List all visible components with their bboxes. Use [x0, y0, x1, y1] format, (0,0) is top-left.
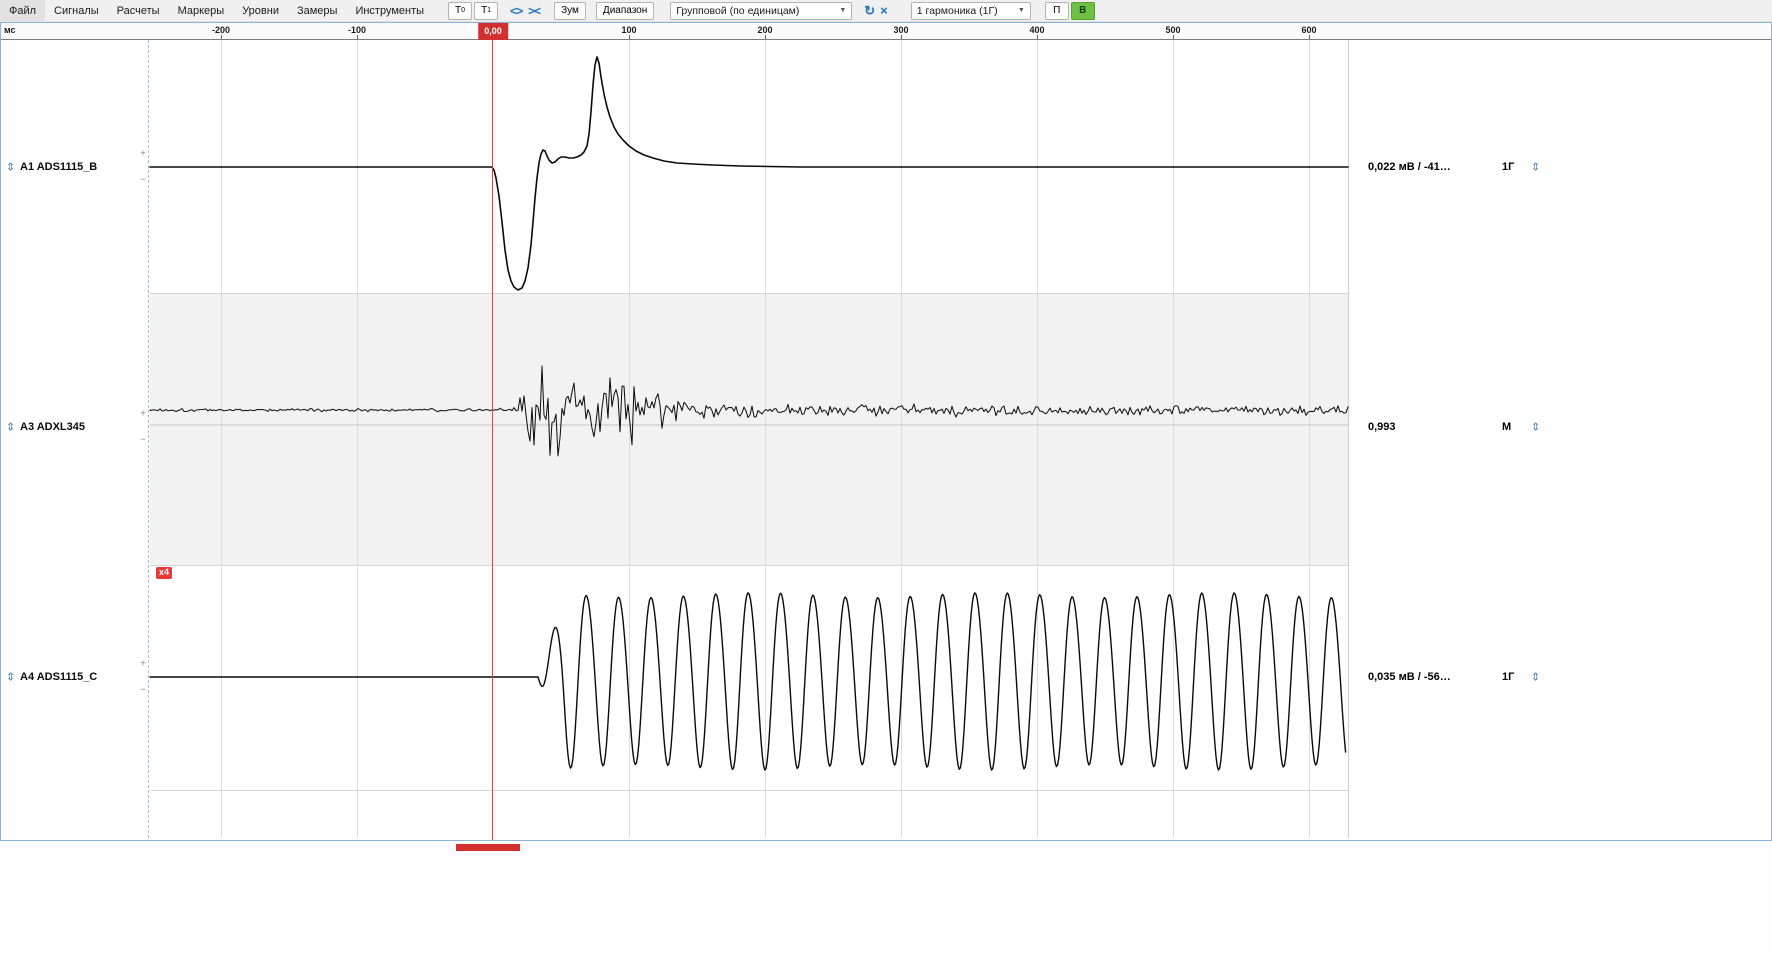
menu-item-3[interactable]: Маркеры	[169, 0, 234, 21]
grid-vline	[1037, 40, 1038, 838]
time-tick-label: -200	[212, 25, 230, 35]
time-tick-label: 400	[1029, 25, 1044, 35]
grid-vline	[765, 40, 766, 838]
t0-marker-button[interactable]: T0	[448, 2, 472, 20]
time-tick-mark	[1037, 35, 1038, 39]
time-tick-label: 100	[621, 25, 636, 35]
grid-vline	[357, 40, 358, 838]
expand-horizontal-icon[interactable]: <>	[507, 4, 525, 18]
menu-bar: ФайлСигналыРасчетыМаркерыУровниЗамерыИнс…	[0, 0, 433, 21]
channel-scale-handle-icon[interactable]: ⇕	[1531, 161, 1540, 174]
channel-value: 0,993	[1368, 421, 1396, 433]
ruler-unit-label: мс	[4, 25, 16, 35]
menu-item-6[interactable]: Инструменты	[346, 0, 433, 21]
harmonic-value: 1 гармоника (1Г)	[917, 5, 998, 17]
record-end-line	[1348, 40, 1349, 838]
time-tick-label: -100	[348, 25, 366, 35]
cursor-position-handle[interactable]	[456, 844, 520, 851]
scale-minus-icon[interactable]: −	[140, 435, 146, 446]
channel-unit: 1Г	[1502, 671, 1514, 683]
time-tick-label: 300	[893, 25, 908, 35]
menu-item-0[interactable]: Файл	[0, 0, 45, 21]
scale-plus-icon[interactable]: +	[140, 409, 146, 420]
collapse-horizontal-icon[interactable]: ><	[525, 4, 543, 18]
time-tick-mark	[1173, 35, 1174, 39]
channel-drag-handle-icon[interactable]: ⇕	[6, 421, 15, 434]
gain-badge: x4	[156, 567, 172, 579]
cursor-time-badge[interactable]: 0,00	[478, 22, 508, 40]
channel-separator-line	[150, 293, 1348, 294]
channel-value: 0,022 мВ / -41…	[1368, 161, 1451, 173]
channel-label[interactable]: A4 ADS1115_C	[20, 671, 97, 683]
channel-label[interactable]: A3 ADXL345	[20, 421, 85, 433]
time-cursor-line[interactable]	[492, 40, 493, 841]
time-tick-mark	[1309, 35, 1310, 39]
channel-band-0	[150, 40, 1348, 293]
channel-value: 0,035 мВ / -56…	[1368, 671, 1451, 683]
v-toggle-button[interactable]: В	[1071, 2, 1095, 20]
time-tick-label: 200	[757, 25, 772, 35]
grid-vline	[1309, 40, 1310, 838]
toolbar: ФайлСигналыРасчетыМаркерыУровниЗамерыИнс…	[0, 0, 1772, 22]
menu-item-2[interactable]: Расчеты	[108, 0, 169, 21]
channel-scale-handle-icon[interactable]: ⇕	[1531, 671, 1540, 684]
channel-scale-handle-icon[interactable]: ⇕	[1531, 421, 1540, 434]
record-start-line	[148, 40, 149, 838]
channel-band-2	[150, 565, 1348, 790]
t1-marker-button[interactable]: T1	[474, 2, 498, 20]
time-tick-label: 500	[1165, 25, 1180, 35]
p-toggle-button[interactable]: П	[1045, 2, 1069, 20]
channel-unit: 1Г	[1502, 161, 1514, 173]
time-tick-mark	[765, 35, 766, 39]
menu-item-1[interactable]: Сигналы	[45, 0, 108, 21]
time-tick-mark	[357, 35, 358, 39]
menu-item-5[interactable]: Замеры	[288, 0, 346, 21]
plot-area: ⇕ A1 ADS1115_B + − 0,022 мВ / -41… 1Г ⇕ ⇕ A3 ADX…	[0, 40, 1772, 841]
grid-vline	[901, 40, 902, 838]
channel-drag-handle-icon[interactable]: ⇕	[6, 671, 15, 684]
channel-unit: М	[1502, 421, 1511, 433]
grid-vline	[1173, 40, 1174, 838]
autoscale-icon[interactable]: ×	[877, 3, 890, 18]
scale-plus-icon[interactable]: +	[140, 659, 146, 670]
scale-plus-icon[interactable]: +	[140, 149, 146, 160]
scale-minus-icon[interactable]: −	[140, 685, 146, 696]
t0-sub: 0	[461, 7, 465, 14]
chevron-down-icon: ▼	[1011, 7, 1025, 14]
time-ruler[interactable]: мс 0,00 -200 -100 100 200 300 400 500 600	[0, 22, 1772, 40]
group-mode-value: Групповой (по единицам)	[676, 5, 799, 17]
channel-separator-line	[150, 790, 1348, 791]
time-tick-mark	[221, 35, 222, 39]
harmonic-dropdown[interactable]: 1 гармоника (1Г) ▼	[911, 2, 1031, 20]
refresh-icon[interactable]: ↻	[861, 3, 877, 19]
grid-vline	[629, 40, 630, 838]
menu-item-4[interactable]: Уровни	[233, 0, 288, 21]
time-tick-mark	[629, 35, 630, 39]
channel-drag-handle-icon[interactable]: ⇕	[6, 161, 15, 174]
grid-vline	[221, 40, 222, 838]
channel-band-3	[150, 790, 1348, 838]
scale-minus-icon[interactable]: −	[140, 175, 146, 186]
channel-label[interactable]: A1 ADS1115_B	[20, 161, 97, 173]
oscilloscope-app: ФайлСигналыРасчетыМаркерыУровниЗамерыИнс…	[0, 0, 1772, 953]
t1-sub: 1	[487, 7, 491, 14]
range-button[interactable]: Диапазон	[596, 2, 654, 20]
zoom-button[interactable]: Зум	[554, 2, 586, 20]
group-mode-dropdown[interactable]: Групповой (по единицам) ▼	[670, 2, 852, 20]
bottom-strip	[0, 842, 1772, 953]
chevron-down-icon: ▼	[832, 7, 846, 14]
channel-separator-line	[150, 565, 1348, 566]
channel-band-1	[150, 293, 1348, 565]
time-tick-label: 600	[1301, 25, 1316, 35]
time-tick-mark	[901, 35, 902, 39]
